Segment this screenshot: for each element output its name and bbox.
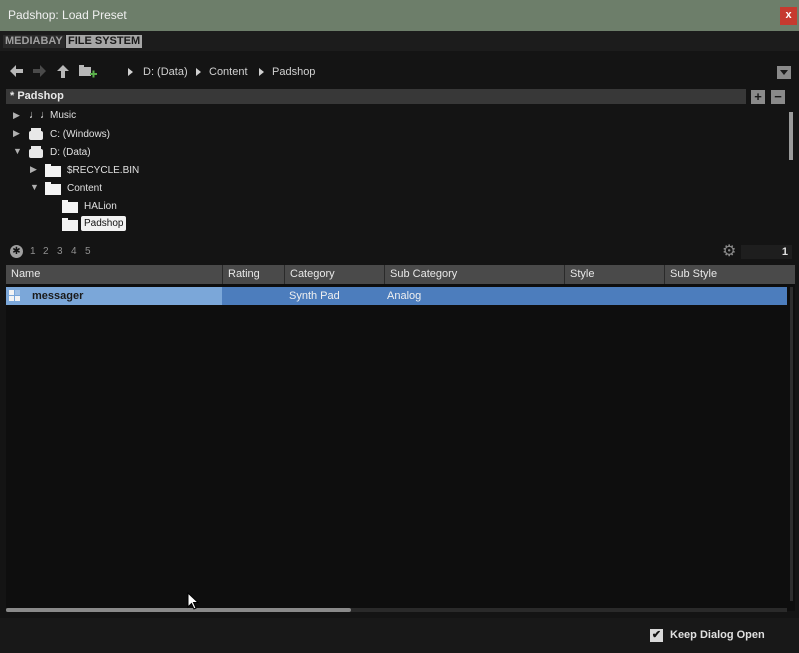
star-icon[interactable]: ✱ — [10, 245, 23, 258]
tree-item-halion[interactable]: HALion — [6, 198, 776, 216]
cell-style — [567, 287, 665, 305]
favorites-label: * Padshop — [10, 90, 64, 102]
tree-item-content[interactable]: ▼ Content — [6, 180, 776, 198]
column-header-name[interactable]: Name — [6, 265, 223, 284]
folder-icon — [45, 164, 61, 177]
folder-icon — [45, 182, 61, 195]
new-folder-icon[interactable] — [79, 65, 97, 79]
drive-icon — [29, 128, 43, 140]
tree-scrollbar[interactable] — [789, 112, 793, 160]
dialog-footer: ✔ Keep Dialog Open — [0, 618, 799, 653]
table-vertical-scrollbar[interactable] — [790, 287, 793, 601]
title-bar: Padshop: Load Preset x — [0, 0, 799, 31]
rating-filter-4[interactable]: 4 — [71, 246, 77, 257]
expand-arrow-icon[interactable]: ▶ — [13, 110, 20, 121]
arrow-right-icon[interactable] — [32, 65, 46, 79]
column-header-sub-category[interactable]: Sub Category — [385, 265, 565, 284]
add-favorite-button[interactable]: + — [751, 90, 765, 104]
cell-rating — [222, 287, 284, 305]
selected-folder-label: Padshop — [81, 216, 127, 231]
cell-name: messager — [6, 287, 222, 305]
breadcrumb-separator-icon — [128, 68, 133, 76]
close-button[interactable]: x — [780, 7, 797, 25]
breadcrumb-content[interactable]: Content — [209, 66, 248, 78]
navigation-bar: D: (Data) Content Padshop — [0, 60, 799, 86]
remove-favorite-button[interactable]: − — [771, 90, 785, 104]
mouse-cursor-icon — [187, 591, 200, 613]
breadcrumb-d-data[interactable]: D: (Data) — [143, 66, 188, 78]
keep-dialog-open-checkbox[interactable]: ✔ — [650, 629, 663, 642]
folder-icon — [62, 200, 78, 213]
favorites-bar[interactable]: * Padshop — [6, 89, 746, 104]
tree-item-music[interactable]: ▶ ♩♩ Music — [6, 108, 776, 126]
rating-filter-1[interactable]: 1 — [30, 246, 36, 257]
cell-sub-style — [667, 287, 787, 305]
results-table: Name Rating Category Sub Category Style … — [6, 265, 795, 612]
table-header: Name Rating Category Sub Category Style … — [6, 265, 795, 284]
tree-item-c-windows[interactable]: ▶ C: (Windows) — [6, 126, 776, 144]
window-title: Padshop: Load Preset — [8, 8, 127, 22]
rating-filter-3[interactable]: 3 — [57, 246, 63, 257]
collapse-arrow-icon[interactable]: ▼ — [13, 146, 22, 156]
rating-filter-2[interactable]: 2 — [43, 246, 49, 257]
preset-icon — [9, 290, 21, 302]
breadcrumb-separator-icon — [259, 68, 264, 76]
breadcrumb-padshop[interactable]: Padshop — [272, 66, 315, 78]
table-row[interactable]: messager Synth Pad Analog — [6, 287, 787, 305]
cell-category: Synth Pad — [289, 290, 340, 302]
column-header-style[interactable]: Style — [565, 265, 665, 284]
column-header-rating[interactable]: Rating — [223, 265, 285, 284]
tab-mediabay[interactable]: MEDIABAY — [3, 35, 65, 48]
keep-dialog-open-label[interactable]: Keep Dialog Open — [670, 629, 765, 641]
tree-item-padshop[interactable]: Padshop — [6, 216, 776, 234]
tree-item-recycle-bin[interactable]: ▶ $RECYCLE.BIN — [6, 162, 776, 180]
collapse-arrow-icon[interactable]: ▼ — [30, 182, 39, 192]
tree-item-d-data[interactable]: ▼ D: (Data) — [6, 144, 776, 162]
breadcrumb-separator-icon — [196, 68, 201, 76]
rating-filter-bar: ✱ 1 2 3 4 5 ⚙ 1 — [6, 243, 794, 261]
column-header-category[interactable]: Category — [285, 265, 385, 284]
chevron-down-icon[interactable] — [777, 66, 791, 79]
tab-bar: MEDIABAY FILE SYSTEM — [0, 31, 799, 51]
expand-arrow-icon[interactable]: ▶ — [13, 128, 20, 139]
arrow-left-icon[interactable] — [9, 65, 23, 79]
rating-filter-5[interactable]: 5 — [85, 246, 91, 257]
tab-file-system[interactable]: FILE SYSTEM — [66, 35, 143, 48]
drive-icon — [29, 146, 43, 158]
folder-icon — [62, 218, 78, 231]
result-count: 1 — [741, 245, 792, 259]
expand-arrow-icon[interactable]: ▶ — [30, 164, 37, 175]
arrow-up-icon[interactable] — [56, 65, 70, 79]
cell-sub-category: Analog — [387, 290, 422, 302]
folder-tree: ▶ ♩♩ Music ▶ C: (Windows) ▼ D: (Data) ▶ … — [6, 108, 794, 237]
gear-icon[interactable]: ⚙ — [722, 244, 736, 260]
table-horizontal-scrollbar[interactable] — [6, 608, 787, 612]
music-icon: ♩♩ — [29, 109, 51, 121]
column-header-sub-style[interactable]: Sub Style — [665, 265, 795, 284]
scrollbar-thumb[interactable] — [6, 608, 351, 612]
